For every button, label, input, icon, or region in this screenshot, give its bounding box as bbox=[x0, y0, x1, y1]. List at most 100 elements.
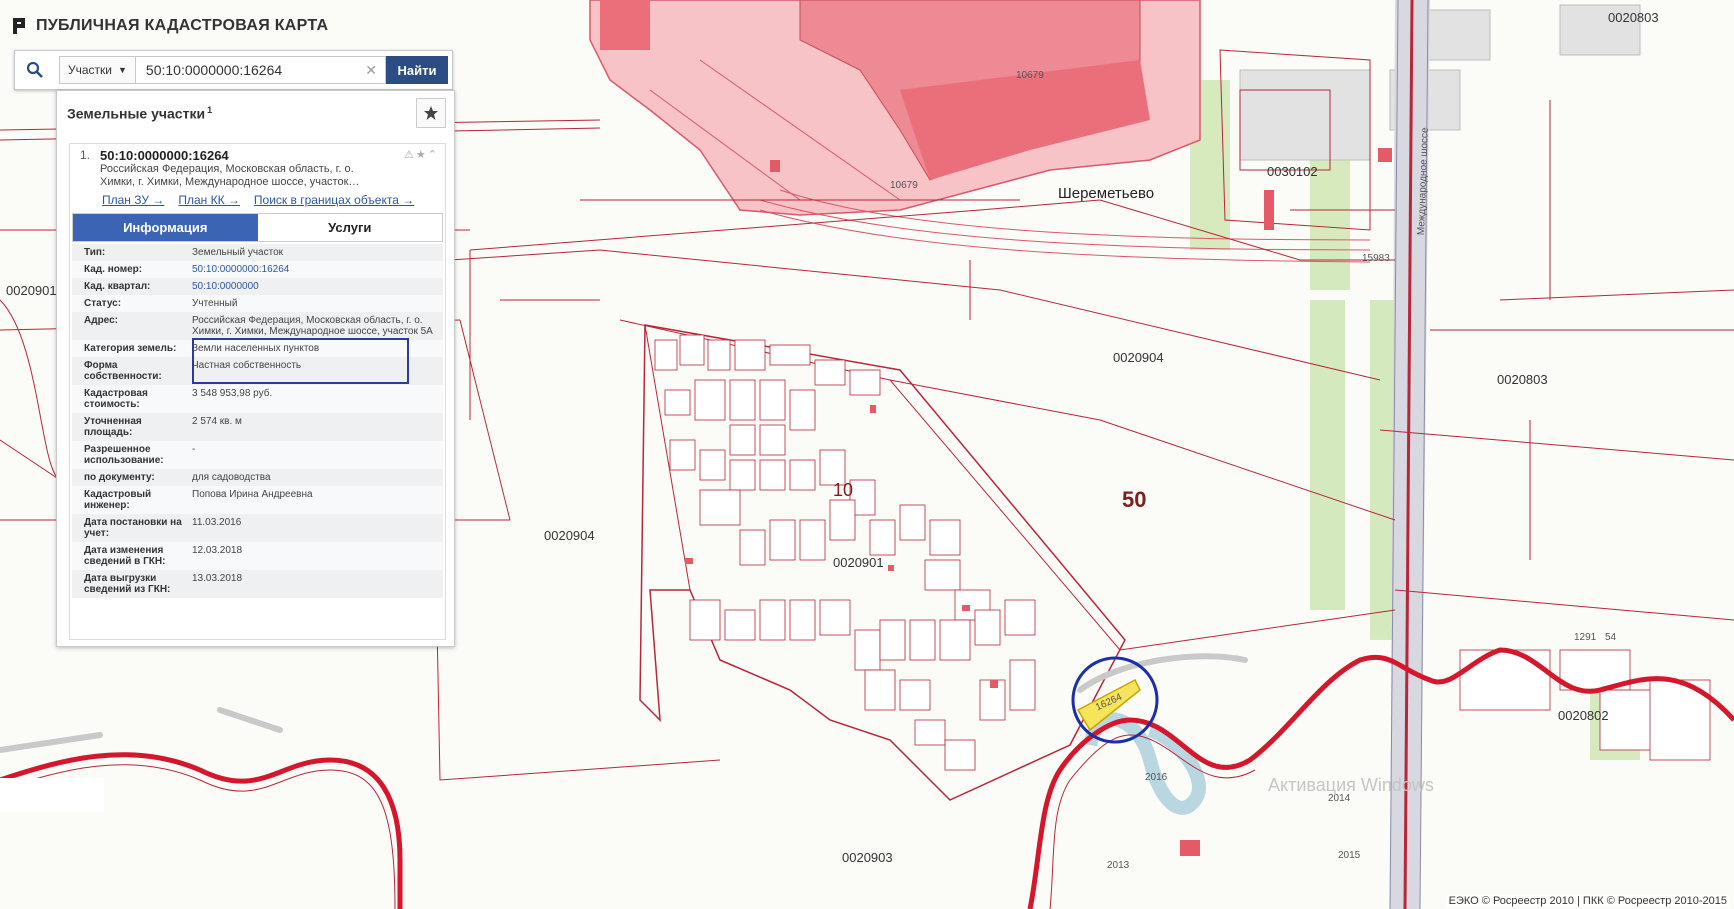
attribute-value: Учтенный bbox=[192, 298, 238, 309]
attribute-key: Дата постановки на учет: bbox=[84, 517, 182, 539]
attribute-value: 2 574 кв. м bbox=[192, 416, 242, 427]
attribute-row: Тип: Земельный участок bbox=[72, 244, 443, 261]
app-title: ПУБЛИЧНАЯ КАДАСТРОВАЯ КАРТА bbox=[36, 17, 329, 34]
attribute-key: Дата выгрузки сведений из ГКН: bbox=[84, 573, 171, 595]
label-15983: 15983 bbox=[1362, 253, 1390, 264]
link-plan-zu[interactable]: План ЗУ → bbox=[102, 193, 164, 207]
attribute-value: Земельный участок bbox=[192, 247, 284, 258]
attribute-row: по документу: для садоводства bbox=[72, 469, 443, 486]
result-links: План ЗУ → План КК → Поиск в границах объ… bbox=[102, 193, 445, 207]
result-card: 1. 50:10:0000000:16264 Российская Федера… bbox=[69, 143, 446, 640]
result-address-2: Химки, г. Химки, Международное шоссе, уч… bbox=[100, 176, 360, 188]
attribute-value[interactable]: 50:10:0000000 bbox=[192, 281, 443, 292]
attribute-row: Адрес: Российская Федерация, Московская о… bbox=[72, 312, 443, 340]
attribute-value: Земли населенных пунктов bbox=[192, 343, 320, 354]
label-quarter-0020901-left: 0020901 bbox=[6, 283, 57, 298]
attribute-row: Форма собственности: Частная собственност… bbox=[72, 357, 443, 385]
search-input[interactable]: 50:10:0000000:16264 ✕ bbox=[135, 56, 386, 84]
roads bbox=[0, 653, 1248, 753]
favorite-star-button[interactable] bbox=[416, 98, 446, 128]
label-1291: 1291 bbox=[1574, 632, 1597, 643]
results-panel: Земельные участки 1 1. 50:10:0000000:1626… bbox=[56, 90, 455, 647]
label-quarter-0020901: 0020901 bbox=[833, 555, 884, 570]
label-2013: 2013 bbox=[1107, 860, 1130, 871]
attribute-value: 3 548 953,98 руб. bbox=[192, 388, 273, 399]
attribute-key: Адрес: bbox=[84, 315, 118, 326]
caret-down-icon: ▼ bbox=[118, 65, 127, 75]
attribute-value: Попова Ирина Андреевна bbox=[192, 489, 313, 500]
attribute-row: Кадастровый инженер: Попова Ирина Андреев… bbox=[72, 486, 443, 514]
attribute-key: Разрешенное использование: bbox=[84, 444, 164, 466]
attributes-table: Тип: Земельный участок Кад. номер: 50:10:00… bbox=[72, 244, 443, 598]
attribute-key: Кад. квартал: bbox=[84, 281, 151, 292]
attribute-value: для садоводства bbox=[192, 472, 271, 483]
pkk-logo-icon bbox=[13, 18, 25, 34]
result-index: 1. bbox=[80, 148, 91, 162]
attribute-key: Тип: bbox=[84, 247, 106, 258]
label-quarter-0030102: 0030102 bbox=[1267, 164, 1318, 179]
label-10679-a: 10679 bbox=[1016, 70, 1044, 81]
attribute-row: Дата изменения сведений в ГКН: 12.03.2018 bbox=[72, 542, 443, 570]
attribute-row: Разрешенное использование: - bbox=[72, 441, 443, 469]
attribute-value: Российская Федерация, Московская область… bbox=[192, 315, 433, 337]
windows-watermark: Активация Windows bbox=[1268, 775, 1434, 795]
result-cad-number[interactable]: 50:10:0000000:16264 bbox=[100, 148, 437, 163]
attribute-row: Дата постановки на учет: 11.03.2016 bbox=[72, 514, 443, 542]
label-quarter-0020903: 0020903 bbox=[842, 850, 893, 865]
attribute-row: Уточненная площадь: 2 574 кв. м bbox=[72, 413, 443, 441]
attribute-key: Кад. номер: bbox=[84, 264, 143, 275]
attribute-key: Статус: bbox=[84, 298, 122, 309]
attribute-value: 11.03.2016 bbox=[192, 517, 242, 528]
tab-services[interactable]: Услуги bbox=[257, 214, 442, 241]
attribute-row: Дата выгрузки сведений из ГКН: 13.03.2018 bbox=[72, 570, 443, 598]
link-search-in-bounds[interactable]: Поиск в границах объекта → bbox=[254, 193, 414, 207]
label-54: 54 bbox=[1605, 632, 1617, 643]
attribute-value: 13.03.2018 bbox=[192, 573, 243, 584]
attribute-key: по документу: bbox=[84, 472, 155, 483]
attribute-value: - bbox=[192, 444, 196, 455]
label-quarter-0020803: 0020803 bbox=[1497, 372, 1548, 387]
result-tabs: Информация Услуги bbox=[72, 213, 443, 242]
allotment-plots bbox=[654, 334, 1711, 771]
small-structures bbox=[685, 148, 1392, 856]
label-sheremetyevo: Шереметьево bbox=[1058, 185, 1155, 202]
app-header: ПУБЛИЧНАЯ КАДАСТРОВАЯ КАРТА bbox=[10, 12, 328, 40]
find-button[interactable]: Найти bbox=[386, 56, 448, 84]
attribute-row: Кад. номер: 50:10:0000000:16264 bbox=[72, 261, 443, 278]
search-icon[interactable] bbox=[15, 51, 55, 89]
attribute-key: Форма собственности: bbox=[84, 360, 162, 382]
panel-title: Земельные участки 1 bbox=[67, 104, 213, 122]
label-quarter-0020904-b: 0020904 bbox=[544, 528, 595, 543]
river bbox=[1083, 712, 1206, 815]
label-block-50: 50 bbox=[1122, 487, 1147, 512]
attribute-key: Категория земель: bbox=[84, 343, 177, 354]
link-plan-kk[interactable]: План КК → bbox=[178, 193, 240, 207]
search-type-label: Участки bbox=[68, 63, 112, 77]
search-bar: Участки ▼ 50:10:0000000:16264 ✕ Найти bbox=[14, 50, 453, 90]
clear-icon[interactable]: ✕ bbox=[365, 62, 377, 79]
attribute-row: Кад. квартал: 50:10:0000000 bbox=[72, 278, 443, 295]
tab-info[interactable]: Информация bbox=[73, 214, 258, 241]
buildings-grey bbox=[1239, 4, 1641, 161]
blank-corner bbox=[0, 778, 104, 812]
result-actions-icons[interactable]: ⚠★⌃ bbox=[404, 148, 439, 161]
label-quarter-0020803-top: 0020803 bbox=[1608, 10, 1659, 25]
attribute-value: Частная собственность bbox=[192, 360, 302, 371]
attribute-row: Категория земель: Земли населенных пункто… bbox=[72, 340, 443, 357]
attribute-value[interactable]: 50:10:0000000:16264 bbox=[192, 264, 443, 275]
label-quarter-0020904: 0020904 bbox=[1113, 350, 1164, 365]
attribute-row: Статус: Учтенный bbox=[72, 295, 443, 312]
search-type-select[interactable]: Участки ▼ bbox=[59, 56, 136, 84]
attribute-value: 12.03.2018 bbox=[192, 545, 243, 556]
result-address-1: Российская Федерация, Московская область… bbox=[100, 163, 354, 175]
attribute-key: Кадастровая стоимость: bbox=[84, 388, 148, 410]
panel-header: Земельные участки 1 bbox=[57, 91, 454, 135]
label-2015: 2015 bbox=[1338, 850, 1361, 861]
attribute-key: Кадастровый инженер: bbox=[84, 489, 152, 511]
attribute-key: Дата изменения сведений в ГКН: bbox=[84, 545, 166, 567]
attribute-row: Кадастровая стоимость: 3 548 953,98 руб. bbox=[72, 385, 443, 413]
label-2016: 2016 bbox=[1145, 772, 1168, 783]
label-10679-b: 10679 bbox=[890, 180, 918, 191]
search-query-text: 50:10:0000000:16264 bbox=[145, 62, 283, 78]
label-quarter-0020802: 0020802 bbox=[1558, 708, 1609, 723]
